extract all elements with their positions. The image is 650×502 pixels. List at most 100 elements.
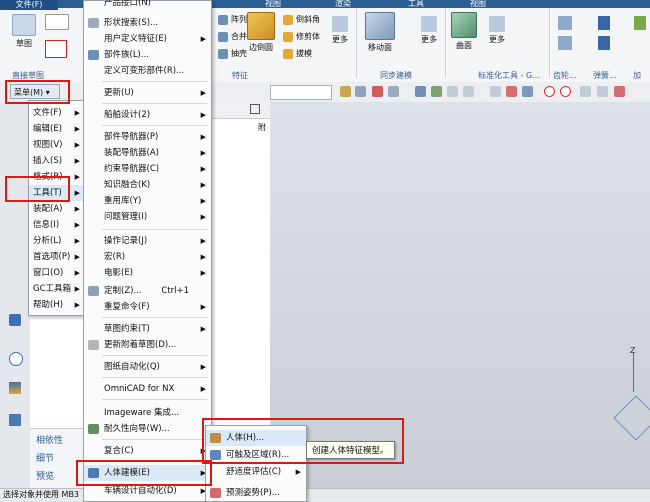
edge-blend-button[interactable]: 边倒圆	[244, 12, 278, 53]
more-button-2[interactable]: 更多	[416, 16, 442, 45]
tools-menu-item[interactable]: 重复命令(F) ▶	[84, 299, 211, 315]
center-icon[interactable]	[544, 86, 555, 97]
tools-menu-item[interactable]: 部件导航器(P) ▶	[84, 129, 211, 145]
tools-menu-item-label: 装配导航器(A)	[104, 148, 159, 158]
circle-icon[interactable]	[560, 86, 571, 97]
tools-menu-item-label: 操作记录(J)	[104, 236, 148, 246]
tools-menu-item[interactable]: 产品接口(N)	[84, 0, 211, 11]
select-icon[interactable]	[340, 86, 351, 97]
main-menu-item[interactable]: 首选项(P) ▶	[29, 249, 85, 265]
main-menu-item[interactable]: 视图(V) ▶	[29, 137, 85, 153]
tools-menu-item[interactable]: 形状搜索(S)...	[84, 15, 211, 31]
main-menu-item-label: 编辑(E)	[33, 124, 63, 134]
main-menu-item[interactable]: GC工具箱 ▶	[29, 281, 85, 297]
edge-blend-label: 边倒圆	[249, 43, 273, 52]
draft-label[interactable]: 拔模	[296, 48, 312, 59]
dependencies-panel[interactable]: 相依性	[36, 433, 63, 446]
angle-icon[interactable]	[506, 86, 517, 97]
main-menu-item[interactable]: 帮助(H) ▶	[29, 297, 85, 313]
machining-icon[interactable]	[634, 16, 646, 30]
main-menu-item[interactable]: 分析(L) ▶	[29, 233, 85, 249]
surface-button[interactable]: 曲面	[450, 12, 478, 51]
midpoint-icon[interactable]	[522, 86, 533, 97]
tools-menu-item[interactable]: 船舶设计(2) ▶	[84, 107, 211, 123]
menu-item-icon	[88, 340, 99, 350]
tools-menu-item[interactable]: 更新附着草图(D)...	[84, 337, 211, 353]
tab-view[interactable]: 视图	[265, 0, 281, 8]
move-face-button[interactable]: 移动面	[362, 12, 398, 53]
submenu-arrow-icon: ▶	[200, 303, 206, 311]
more-button-3[interactable]: 更多	[484, 16, 510, 45]
plus-icon[interactable]	[580, 86, 591, 97]
tools-menu-item[interactable]: 图纸自动化(Q) ▶	[84, 359, 211, 375]
file-tab[interactable]: 文件(F)	[0, 0, 58, 10]
tools-menu-item[interactable]: 部件族(L)...	[84, 47, 211, 63]
web-icon[interactable]	[9, 314, 21, 326]
rectangle-icon[interactable]	[45, 40, 67, 58]
spring-icon-2[interactable]	[598, 36, 610, 50]
tools-menu-item[interactable]: 宏(R) ▶	[84, 249, 211, 265]
chamfer-label[interactable]: 倒斜角	[296, 14, 320, 25]
submenu-arrow-icon: ▶	[200, 181, 206, 189]
filter-dropdown[interactable]	[270, 85, 332, 100]
shortcut-label: Ctrl+1	[161, 286, 189, 296]
main-menu-item[interactable]: 信息(I) ▶	[29, 217, 85, 233]
more-button-1[interactable]: 更多	[327, 16, 353, 45]
system-icon[interactable]	[9, 414, 21, 426]
submenu-arrow-icon: ▶	[200, 269, 206, 277]
tools-menu-item[interactable]: OmniCAD for NX ▶	[84, 381, 211, 397]
spring-icon[interactable]	[598, 16, 610, 30]
main-menu-item[interactable]: 编辑(E) ▶	[29, 121, 85, 137]
history-icon[interactable]	[9, 352, 23, 366]
highlight-human-item	[202, 418, 404, 464]
tools-menu-item[interactable]: 定制(Z)... Ctrl+1	[84, 283, 211, 299]
details-panel[interactable]: 细节	[36, 451, 54, 464]
tools-menu-item[interactable]: 约束导航器(C) ▶	[84, 161, 211, 177]
human-menu-item[interactable]: 预测姿势(P)...	[206, 485, 306, 501]
sketch-button[interactable]: 草图	[10, 14, 38, 49]
tools-menu-item[interactable]: 耐久性向导(W)...	[84, 421, 211, 437]
ribbon-separator	[356, 8, 357, 78]
curve-snap-icon[interactable]	[490, 86, 501, 97]
tools-menu-item[interactable]: 复合(C) ▶	[84, 443, 211, 459]
tools-menu-item[interactable]: 问题管理(I) ▶	[84, 209, 211, 225]
snap-icon[interactable]	[355, 86, 366, 97]
tab-tools[interactable]: 工具	[408, 0, 424, 8]
grid-icon[interactable]	[431, 86, 442, 97]
role-icon[interactable]	[9, 382, 21, 394]
tools-menu-item[interactable]: 重用库(Y) ▶	[84, 193, 211, 209]
submenu-arrow-icon: ▶	[74, 205, 80, 213]
point-icon[interactable]	[372, 86, 383, 97]
main-menu-item[interactable]: 插入(S) ▶	[29, 153, 85, 169]
tools-menu-item[interactable]: 定义可变形部件(R)...	[84, 63, 211, 79]
line-icon[interactable]	[447, 86, 458, 97]
tools-menu-item[interactable]: Imageware 集成...	[84, 405, 211, 421]
curve-icon[interactable]	[45, 14, 69, 30]
more-label-2: 更多	[421, 35, 437, 44]
gear-icon-2[interactable]	[558, 36, 572, 50]
main-menu-item[interactable]: 文件(F) ▶	[29, 105, 85, 121]
intersect-icon[interactable]	[614, 86, 625, 97]
box-select-icon[interactable]	[388, 86, 399, 97]
tools-menu-item[interactable]: 装配导航器(A) ▶	[84, 145, 211, 161]
main-menu-item[interactable]: 装配(A) ▶	[29, 201, 85, 217]
tools-menu-item[interactable]: 更新(U) ▶	[84, 85, 211, 101]
trim-body-label[interactable]: 修剪体	[296, 31, 320, 42]
tab-view-2[interactable]: 视图	[470, 0, 486, 8]
tools-menu-item[interactable]: 用户定义特征(E) ▶	[84, 31, 211, 47]
menu-separator	[102, 229, 207, 230]
tab-render[interactable]: 渲染	[335, 0, 351, 8]
arc-icon[interactable]	[463, 86, 474, 97]
tangent-icon[interactable]	[597, 86, 608, 97]
gear-icon[interactable]	[558, 16, 572, 30]
view-icon[interactable]	[415, 86, 426, 97]
tools-menu-item[interactable]: 操作记录(J) ▶	[84, 233, 211, 249]
human-menu-item-label: 预测姿势(P)...	[226, 488, 280, 498]
tools-menu-item[interactable]: 草图约束(T) ▶	[84, 321, 211, 337]
human-menu-item[interactable]: 舒适度评估(C) ▶	[206, 464, 306, 480]
tools-menu-item[interactable]: 知识融合(K) ▶	[84, 177, 211, 193]
main-menu-item[interactable]: 窗口(O) ▶	[29, 265, 85, 281]
tools-menu-item[interactable]: 电影(E) ▶	[84, 265, 211, 281]
maximize-icon[interactable]	[250, 104, 260, 114]
preview-panel[interactable]: 预览	[36, 469, 54, 482]
